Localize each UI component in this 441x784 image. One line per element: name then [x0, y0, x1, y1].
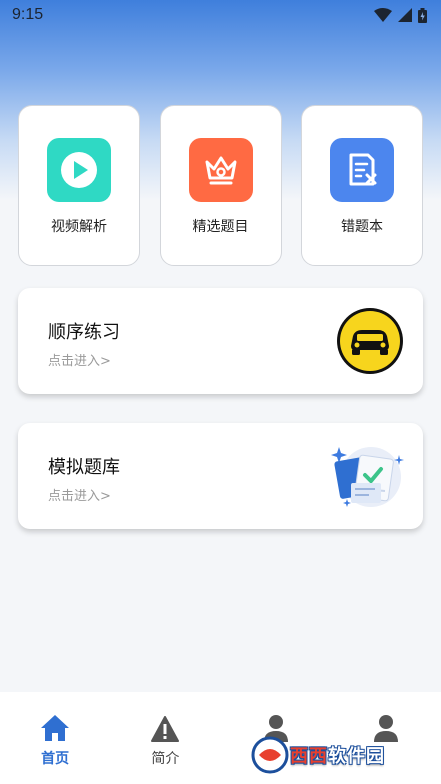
card-title: 模拟题库	[48, 457, 120, 478]
status-bar: 9:15	[0, 0, 441, 30]
status-icons	[374, 7, 427, 23]
status-time: 9:15	[12, 6, 44, 23]
tile-mistake-book[interactable]: 错题本	[301, 105, 423, 266]
tile-label: 错题本	[341, 219, 383, 235]
tile-label: 精选题目	[192, 219, 249, 235]
sequential-practice-card[interactable]: 顺序练习 点击进入>	[18, 288, 423, 394]
battery-icon	[418, 7, 427, 23]
home-icon	[40, 714, 70, 742]
nav-label: 简介	[151, 751, 180, 767]
warning-icon	[151, 714, 180, 742]
nav-item-home[interactable]: 首页	[0, 692, 110, 784]
wifi-icon	[374, 8, 392, 22]
watermark-text-rest: 软件园	[328, 746, 385, 767]
nav-label: 首页	[41, 751, 70, 767]
wrong-doc-icon	[330, 138, 394, 202]
nav-item-intro[interactable]: 简介	[110, 692, 220, 784]
card-title: 顺序练习	[48, 322, 120, 343]
crown-icon	[188, 138, 253, 202]
card-subtitle: 点击进入>	[48, 489, 111, 504]
signal-icon	[398, 8, 412, 22]
watermark-text-main: 西西	[290, 746, 328, 767]
tile-selected-questions[interactable]: 精选题目	[159, 105, 282, 266]
tile-video-analysis[interactable]: 视频解析	[18, 105, 140, 266]
card-subtitle: 点击进入>	[48, 354, 111, 369]
watermark-emblem-icon	[251, 736, 289, 774]
watermark-logo: 西西 软件园	[250, 734, 422, 776]
feature-tiles: 视频解析 精选题目 错题本	[18, 105, 423, 266]
car-icon	[337, 308, 403, 374]
play-icon	[47, 138, 111, 202]
tile-label: 视频解析	[51, 219, 107, 235]
exam-papers-icon	[331, 447, 404, 507]
mock-question-bank-card[interactable]: 模拟题库 点击进入>	[18, 423, 423, 529]
